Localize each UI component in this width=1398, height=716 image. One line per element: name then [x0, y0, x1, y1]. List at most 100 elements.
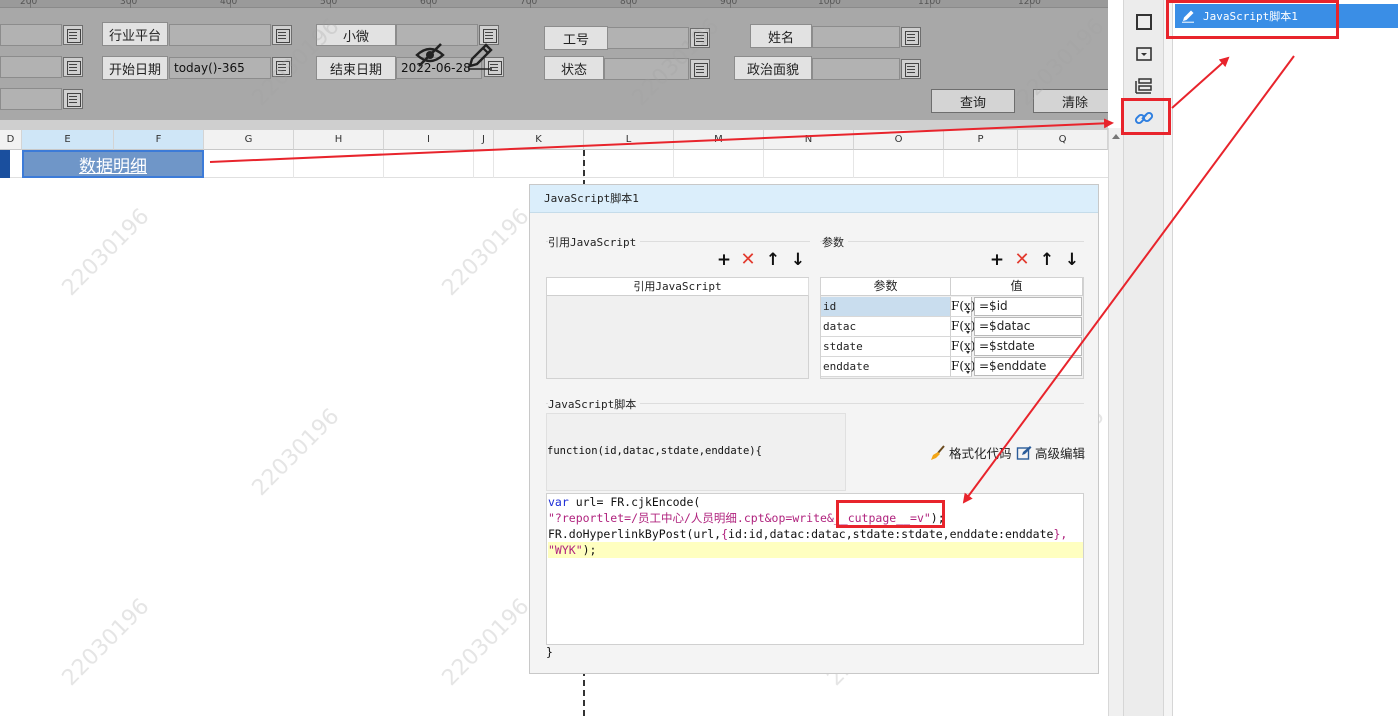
param-value-stdate[interactable]: =$stdate [974, 337, 1082, 356]
political-field[interactable] [812, 58, 900, 80]
code-brace: }, [1053, 527, 1068, 541]
column-header[interactable]: K [494, 130, 584, 150]
advanced-edit-button[interactable]: 高级编辑 [1016, 443, 1085, 462]
param-up-icon[interactable]: ↑ [1038, 251, 1056, 269]
param-value-datac[interactable]: =$datac [974, 317, 1082, 336]
add-param-icon[interactable]: + [988, 251, 1006, 269]
name-field[interactable] [812, 26, 900, 48]
delete-icon[interactable]: ✕ [739, 251, 757, 269]
political-label: 政治面貌 [734, 56, 812, 80]
annotation-box-cutpage [836, 500, 945, 528]
column-header[interactable]: J [474, 130, 494, 150]
start-date-label: 开始日期 [102, 56, 168, 80]
param-name-datac[interactable]: datac [821, 317, 951, 337]
column-header[interactable]: M [674, 130, 764, 150]
formula-icon[interactable]: F(x) [951, 317, 975, 337]
sheet-vertical-scrollbar[interactable] [1108, 128, 1123, 716]
param-table: 参数 值 id F(x) =$id datac F(x) =$datac std… [820, 277, 1084, 379]
formula-icon[interactable]: F(x) [951, 357, 975, 377]
column-header[interactable]: F [114, 130, 204, 150]
widget-icon[interactable] [1133, 43, 1155, 65]
ruler-tick: 1100 [918, 0, 941, 7]
formula-icon[interactable]: F(x) [951, 337, 975, 357]
column-header[interactable]: P [944, 130, 1018, 150]
param-name-enddate[interactable]: enddate [821, 357, 951, 377]
add-icon[interactable]: + [715, 251, 733, 269]
query-button[interactable]: 查询 [931, 89, 1015, 113]
parameter-panel: 200 400 300 500 600 700 800 900 1000 110… [0, 0, 1108, 128]
advanced-edit-label: 高级编辑 [1035, 446, 1086, 461]
column-header[interactable]: D [0, 130, 22, 150]
closing-brace: } [546, 645, 553, 659]
param-field-0-button[interactable] [63, 25, 83, 45]
param-field-2[interactable] [0, 88, 62, 110]
edit-icon [1016, 445, 1032, 460]
column-header[interactable]: L [584, 130, 674, 150]
watermark: 22030196 [57, 594, 155, 691]
job-no-label: 工号 [544, 26, 608, 50]
code-editor[interactable]: var url= FR.cjkEncode( "?reportlet=/员工中心… [546, 493, 1084, 645]
hyperlink-panel: JavaScript脚本1 [1173, 0, 1398, 716]
job-no-field-button[interactable] [690, 28, 710, 48]
political-field-button[interactable] [901, 59, 921, 79]
param-field-2-button[interactable] [63, 89, 83, 109]
ruler-tick: 900 [720, 0, 738, 7]
script-section-title: JavaScript脚本 [548, 396, 641, 412]
column-header[interactable]: Q [1018, 130, 1108, 150]
formula-icon[interactable]: F(x) [951, 297, 975, 317]
name-field-button[interactable] [901, 27, 921, 47]
column-header[interactable]: I [384, 130, 474, 150]
column-header[interactable]: G [204, 130, 294, 150]
pencil-edit-icon[interactable] [464, 40, 496, 72]
watermark: 22030196 [247, 404, 345, 501]
start-date-calendar-icon[interactable] [272, 57, 292, 77]
column-header[interactable]: O [854, 130, 944, 150]
param-down-icon[interactable]: ↓ [1063, 251, 1081, 269]
column-header[interactable]: H [294, 130, 384, 150]
industry-field-button[interactable] [272, 25, 292, 45]
name-label: 姓名 [750, 24, 812, 48]
job-no-field[interactable] [607, 27, 689, 49]
end-date-label: 结束日期 [316, 56, 396, 80]
code-text: ); [582, 543, 597, 557]
param-section-title: 参数 [822, 234, 848, 250]
format-code-button[interactable]: 格式化代码 [930, 443, 1012, 462]
move-up-icon[interactable]: ↑ [764, 251, 782, 269]
industry-field[interactable] [169, 24, 271, 46]
start-date-field[interactable]: today()-365 [169, 57, 271, 79]
ruler-tick: 500 [320, 0, 338, 7]
param-name-header: 参数 [821, 278, 951, 296]
param-field-1[interactable] [0, 56, 62, 78]
code-text: id:id,datac:datac,stdate:stdate,enddate:… [728, 527, 1054, 541]
row-selection-marker [0, 150, 10, 178]
sheet-strip [0, 120, 1108, 130]
clear-button[interactable]: 清除 [1033, 89, 1108, 113]
param-field-0[interactable] [0, 24, 62, 46]
param-name-id[interactable]: id [821, 297, 951, 317]
status-field[interactable] [604, 58, 689, 80]
small-label: 小微 [316, 24, 396, 46]
column-header[interactable]: E [22, 130, 114, 150]
ref-js-table[interactable]: 引用JavaScript [546, 277, 809, 379]
param-value-header: 值 [951, 278, 1083, 296]
annotation-box-item [1166, 0, 1339, 39]
format-code-label: 格式化代码 [949, 446, 1012, 461]
condition-attribute-icon[interactable] [1133, 75, 1155, 97]
watermark: 22030196 [437, 204, 535, 301]
param-value-enddate[interactable]: =$enddate [974, 357, 1082, 376]
param-field-1-button[interactable] [63, 57, 83, 77]
status-field-button[interactable] [690, 59, 710, 79]
hidden-eye-icon[interactable] [414, 40, 446, 68]
delete-param-icon[interactable]: ✕ [1013, 251, 1031, 269]
watermark: 22030196 [437, 594, 535, 691]
code-keyword: var [548, 495, 569, 509]
column-header[interactable]: N [764, 130, 854, 150]
move-down-icon[interactable]: ↓ [789, 251, 807, 269]
data-detail-cell[interactable]: 数据明细 [22, 150, 204, 178]
cell-element-icon[interactable] [1133, 11, 1155, 33]
code-brace: { [721, 527, 729, 541]
param-value-id[interactable]: =$id [974, 297, 1082, 316]
ref-js-column-header: 引用JavaScript [547, 278, 809, 296]
param-name-stdate[interactable]: stdate [821, 337, 951, 357]
function-signature: function(id,datac,stdate,enddate){ [547, 445, 762, 457]
